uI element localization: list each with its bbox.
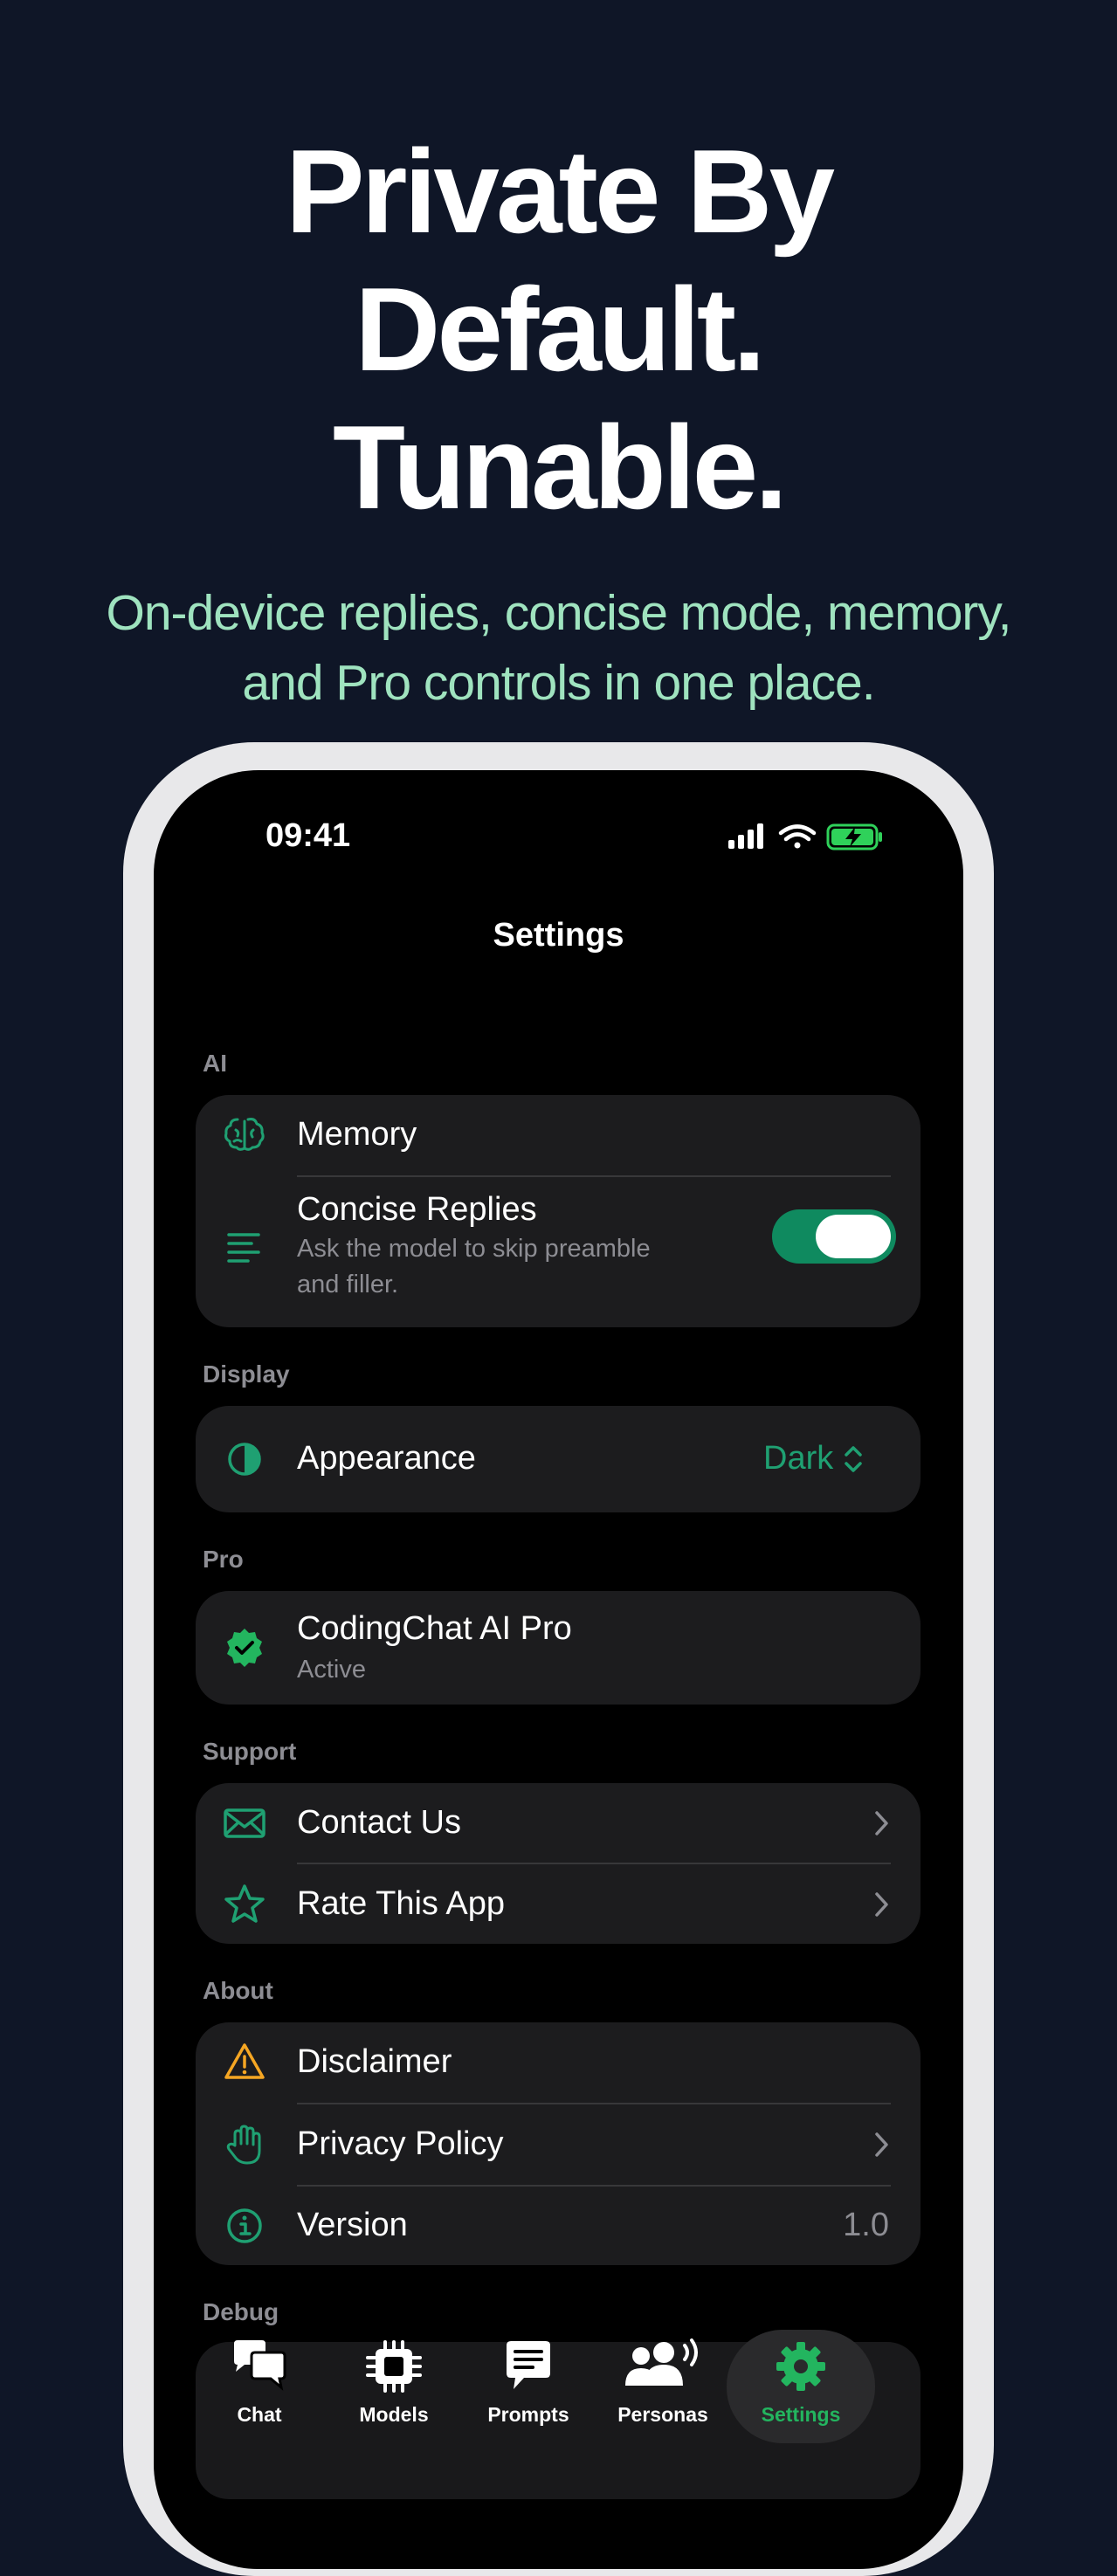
memory-row[interactable]: Memory (196, 1095, 920, 1175)
hero-subtitle: On-device replies, concise mode, memory,… (0, 578, 1117, 718)
privacy-policy-row[interactable]: Privacy Policy (196, 2104, 920, 2185)
tab-models[interactable]: Models (328, 2330, 459, 2443)
tab-personas[interactable]: Personas (597, 2330, 728, 2443)
section-label-debug: Debug (203, 2298, 279, 2325)
cellular-signal-icon (728, 823, 763, 849)
tab-models-label: Models (359, 2403, 429, 2426)
section-label-display: Display (203, 1360, 290, 1388)
concise-replies-toggle[interactable] (772, 1209, 896, 1264)
tab-prompts-label: Prompts (487, 2403, 569, 2426)
section-label-pro: Pro (203, 1546, 244, 1573)
disclaimer-label: Disclaimer (297, 2043, 452, 2080)
section-label-support: Support (203, 1738, 297, 1765)
chevron-right-icon (875, 2132, 888, 2157)
tab-settings-label: Settings (761, 2403, 841, 2426)
hero-title-line-1: Private By (285, 125, 835, 258)
section-label-ai: AI (203, 1050, 227, 1077)
tab-settings[interactable]: Settings (727, 2330, 875, 2443)
status-icons (728, 823, 882, 851)
concise-replies-row: Concise Replies Ask the model to skip pr… (196, 1177, 920, 1327)
section-label-about: About (203, 1977, 273, 2004)
envelope-icon (224, 1808, 265, 1838)
contrast-icon (228, 1443, 261, 1476)
concise-replies-description: Ask the model to skip preamble and fille… (297, 1235, 651, 1298)
chevron-right-icon (875, 1811, 888, 1836)
toggle-knob (816, 1215, 891, 1258)
brain-icon (224, 1118, 265, 1151)
concise-replies-label: Concise Replies (297, 1191, 537, 1228)
pro-plan-label: CodingChat AI Pro (297, 1610, 572, 1647)
contact-us-row[interactable]: Contact Us (196, 1783, 920, 1863)
page-title: Settings (493, 917, 624, 954)
chip-icon (366, 2340, 422, 2393)
hero-title-line-2: Default. (355, 263, 766, 396)
hero-headline: Private By Default. Tunable. (0, 122, 1117, 536)
phone-screen: 09:41 Settings AI Memory Concise Replies… (154, 770, 963, 2569)
version-row: Version 1.0 (196, 2187, 920, 2265)
rate-app-label: Rate This App (297, 1885, 506, 1922)
privacy-policy-label: Privacy Policy (297, 2125, 504, 2162)
people-speaking-icon (625, 2338, 698, 2386)
battery-charging-icon (826, 823, 882, 851)
info-icon (227, 2208, 262, 2243)
ai-settings-group: Memory Concise Replies Ask the model to … (196, 1095, 920, 1327)
star-icon (224, 1884, 265, 1923)
hero-subtitle-line-1: On-device replies, concise mode, memory, (106, 585, 1011, 641)
chevron-up-down-icon (845, 1446, 862, 1472)
pro-settings-group: CodingChat AI Pro Active (196, 1591, 920, 1705)
hero-subtitle-line-2: and Pro controls in one place. (242, 655, 875, 711)
display-settings-group: Appearance Dark (196, 1406, 920, 1512)
gear-icon (776, 2342, 825, 2391)
version-value: 1.0 (843, 2207, 889, 2243)
tab-prompts[interactable]: Prompts (463, 2330, 594, 2443)
chat-bubbles-icon (234, 2340, 286, 2391)
version-label: Version (297, 2207, 408, 2243)
appearance-row[interactable]: Appearance Dark (196, 1406, 920, 1512)
support-settings-group: Contact Us Rate This App (196, 1783, 920, 1944)
rate-app-row[interactable]: Rate This App (196, 1864, 920, 1944)
appearance-value: Dark (763, 1440, 834, 1477)
verified-badge-icon (227, 1629, 262, 1667)
warning-icon (224, 2043, 265, 2079)
appearance-label: Appearance (297, 1440, 476, 1477)
about-settings-group: Disclaimer Privacy Policy Version 1.0 (196, 2022, 920, 2265)
pro-plan-row[interactable]: CodingChat AI Pro Active (196, 1591, 920, 1705)
tab-bar: Chat Models Prompts Personas Settings (197, 2330, 922, 2469)
pro-plan-status: Active (297, 1656, 366, 1684)
disclaimer-row[interactable]: Disclaimer (196, 2022, 920, 2103)
prompt-bubble-icon (507, 2341, 550, 2389)
wifi-icon (778, 824, 817, 849)
tab-personas-label: Personas (617, 2403, 708, 2426)
contact-us-label: Contact Us (297, 1804, 461, 1841)
tab-chat-label: Chat (237, 2403, 282, 2426)
hero-title-line-3: Tunable. (332, 401, 788, 534)
status-time: 09:41 (265, 817, 351, 854)
lines-icon (227, 1233, 260, 1263)
chevron-right-icon (875, 1892, 888, 1917)
tab-chat[interactable]: Chat (194, 2330, 325, 2443)
memory-label: Memory (297, 1116, 417, 1153)
hand-icon (226, 2125, 261, 2165)
